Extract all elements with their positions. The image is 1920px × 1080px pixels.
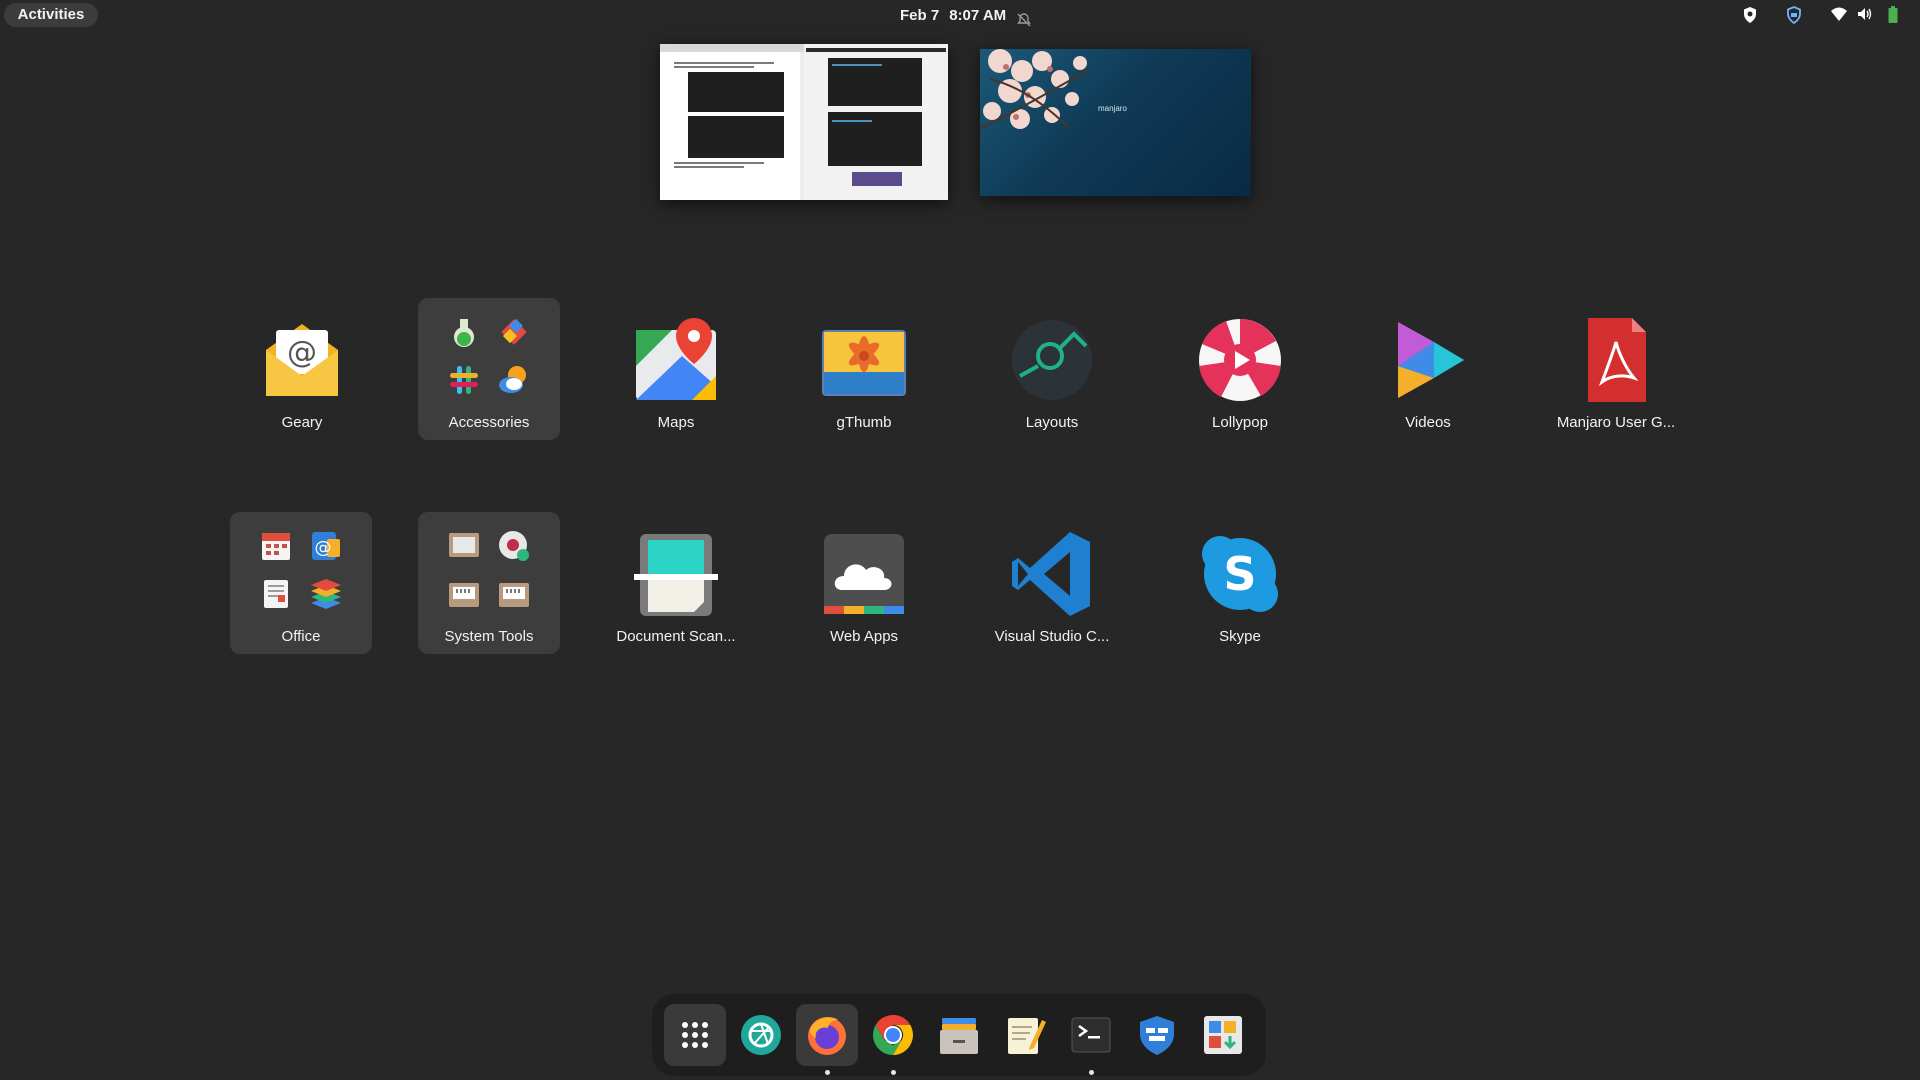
app-label: Web Apps <box>829 628 899 645</box>
running-indicator <box>825 1070 830 1075</box>
vpn-shield-icon[interactable] <box>1786 6 1802 24</box>
running-indicator <box>891 1070 896 1075</box>
app-folder-office[interactable]: @ Office <box>230 512 372 654</box>
aperture-icon <box>741 1015 781 1055</box>
app-label: Videos <box>1405 414 1451 431</box>
app-lollypop[interactable]: Lollypop <box>1169 298 1311 440</box>
app-document-scanner[interactable]: Document Scan... <box>605 512 747 654</box>
wifi-icon[interactable] <box>1830 6 1848 22</box>
maps-icon <box>636 318 716 400</box>
svg-text:@: @ <box>287 335 317 370</box>
svg-text:@: @ <box>315 538 332 558</box>
disk-usage-icon <box>499 531 529 561</box>
weather-icon <box>499 366 526 393</box>
dock-software[interactable] <box>1192 1004 1254 1066</box>
gthumb-icon <box>822 330 906 396</box>
app-label: Geary <box>281 414 323 431</box>
time-label: 8:07 AM <box>949 7 1007 24</box>
terminal-icon <box>1071 1017 1111 1053</box>
dock-show-apps[interactable] <box>664 1004 726 1066</box>
dock-firefox[interactable] <box>796 1004 858 1075</box>
app-maps[interactable]: Maps <box>605 298 747 440</box>
app-skype[interactable]: S Skype <box>1169 512 1311 654</box>
app-visual-studio-code[interactable]: Visual Studio C... <box>981 512 1123 654</box>
app-label: Accessories <box>448 414 530 431</box>
dock-files[interactable] <box>928 1004 990 1066</box>
app-label: Manjaro User G... <box>1556 414 1676 431</box>
monitor-icon <box>449 533 479 557</box>
dock-firewall[interactable] <box>1126 1004 1188 1066</box>
date-label: Feb 7 <box>900 7 940 24</box>
app-web-apps[interactable]: Web Apps <box>793 512 935 654</box>
app-label: Maps <box>657 414 695 431</box>
network-port-icon <box>499 583 529 607</box>
pdf-icon <box>1588 318 1646 402</box>
app-label: Layouts <box>1025 414 1079 431</box>
workspace-thumbnail-1[interactable] <box>660 44 948 200</box>
clock[interactable]: Feb 7 8:07 AM <box>900 0 1032 31</box>
app-label: Document Scan... <box>616 628 736 645</box>
app-label: Skype <box>1219 628 1261 645</box>
dock-chrome[interactable] <box>862 1004 924 1075</box>
volume-icon[interactable] <box>1856 6 1874 22</box>
layers-icon <box>311 579 341 609</box>
top-bar: Activities Feb 7 8:07 AM <box>0 0 1920 31</box>
running-indicator <box>1089 1070 1094 1075</box>
firewall-icon <box>1140 1016 1174 1055</box>
firefox-icon <box>808 1017 846 1055</box>
svg-text:S: S <box>1223 547 1256 601</box>
slack-icon <box>450 366 478 394</box>
text-editor-icon <box>1008 1018 1046 1054</box>
app-layouts[interactable]: Layouts <box>981 298 1123 440</box>
flask-icon <box>454 319 474 347</box>
color-picker-icon <box>501 318 527 345</box>
scanner-icon <box>634 534 718 616</box>
app-label: Office <box>281 628 321 645</box>
geary-icon: @ <box>266 324 338 396</box>
app-folder-system-tools[interactable]: System Tools <box>418 512 560 654</box>
show-apps-icon <box>682 1022 708 1048</box>
app-label: Lollypop <box>1212 414 1268 431</box>
layouts-icon <box>1012 320 1092 400</box>
files-icon <box>940 1018 978 1054</box>
software-icon <box>1204 1016 1242 1054</box>
app-manjaro-user-guide[interactable]: Manjaro User G... <box>1545 298 1687 440</box>
network-port-icon <box>449 583 479 607</box>
activities-button[interactable]: Activities <box>4 3 98 27</box>
app-label: Visual Studio C... <box>994 628 1110 645</box>
app-videos[interactable]: Videos <box>1357 298 1499 440</box>
webapps-icon <box>824 534 904 614</box>
lollypop-icon <box>1199 319 1281 401</box>
dock-aperture[interactable] <box>730 1004 792 1066</box>
dock <box>652 994 1266 1076</box>
calendar-icon <box>262 533 290 560</box>
vscode-icon <box>1012 532 1090 616</box>
notifications-muted-icon <box>1016 8 1032 26</box>
app-folder-accessories[interactable]: Accessories <box>418 298 560 440</box>
shield-icon[interactable] <box>1742 6 1758 24</box>
videos-icon <box>1398 322 1464 398</box>
app-gthumb[interactable]: gThumb <box>793 298 935 440</box>
app-label: gThumb <box>836 414 892 431</box>
app-label: System Tools <box>444 628 534 645</box>
dock-text-editor[interactable] <box>994 1004 1056 1066</box>
battery-icon[interactable] <box>1888 6 1898 24</box>
workspace-thumbnail-2[interactable]: manjaro <box>980 49 1251 196</box>
email-client-icon: @ <box>312 532 340 560</box>
document-viewer-icon <box>264 580 288 608</box>
dock-terminal[interactable] <box>1060 1004 1122 1075</box>
app-geary[interactable]: @ Geary <box>231 298 373 440</box>
chrome-icon <box>873 1015 913 1055</box>
wallpaper-text: manjaro <box>1098 104 1127 113</box>
skype-icon: S <box>1202 536 1278 612</box>
